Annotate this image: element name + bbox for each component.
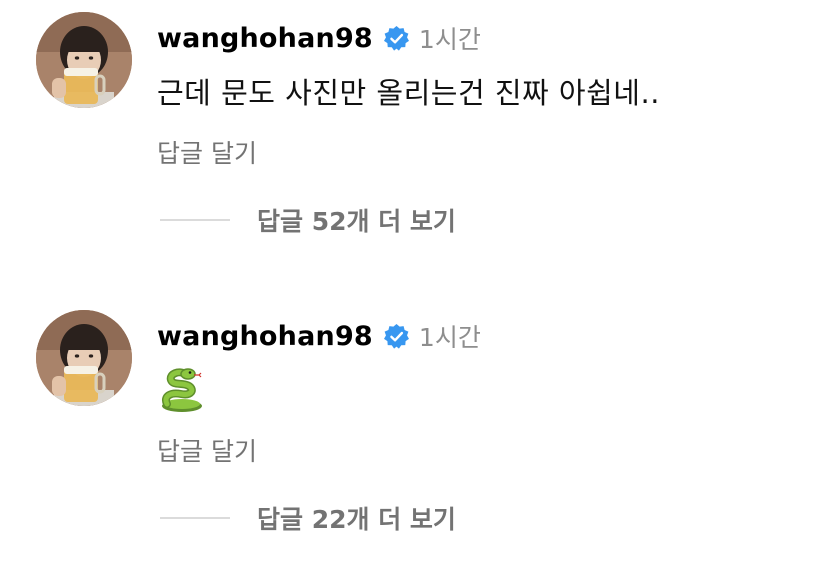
view-replies-label: 답글 52개 더 보기	[257, 207, 456, 236]
comment-header: wanghohan98 1시간	[157, 18, 481, 58]
verified-badge-icon	[383, 323, 410, 350]
view-replies-button[interactable]: 답글 22개 더 보기	[160, 498, 456, 538]
username[interactable]: wanghohan98	[157, 23, 373, 54]
avatar[interactable]	[36, 12, 132, 108]
profile-photo	[36, 310, 132, 406]
reply-button[interactable]: 답글 달기	[157, 134, 257, 170]
profile-photo	[36, 12, 132, 108]
comment-header: wanghohan98 1시간	[157, 316, 481, 356]
username[interactable]: wanghohan98	[157, 321, 373, 352]
divider-line	[160, 517, 230, 519]
verified-badge-icon	[383, 25, 410, 52]
view-replies-button[interactable]: 답글 52개 더 보기	[160, 200, 456, 240]
avatar[interactable]	[36, 310, 132, 406]
reply-button[interactable]: 답글 달기	[157, 432, 257, 468]
snake-emoji-icon	[157, 368, 207, 414]
comment: wanghohan98 1시간 근데 문도 사진만 올리는건 진짜 아쉽네.. …	[0, 0, 840, 280]
comment-text: 근데 문도 사진만 올리는건 진짜 아쉽네..	[157, 76, 660, 110]
timestamp: 1시간	[418, 25, 481, 54]
timestamp: 1시간	[418, 323, 481, 352]
divider-line	[160, 219, 230, 221]
view-replies-label: 답글 22개 더 보기	[257, 505, 456, 534]
comment: wanghohan98 1시간 답글 달기 답글 22개 더 보기	[0, 298, 840, 578]
